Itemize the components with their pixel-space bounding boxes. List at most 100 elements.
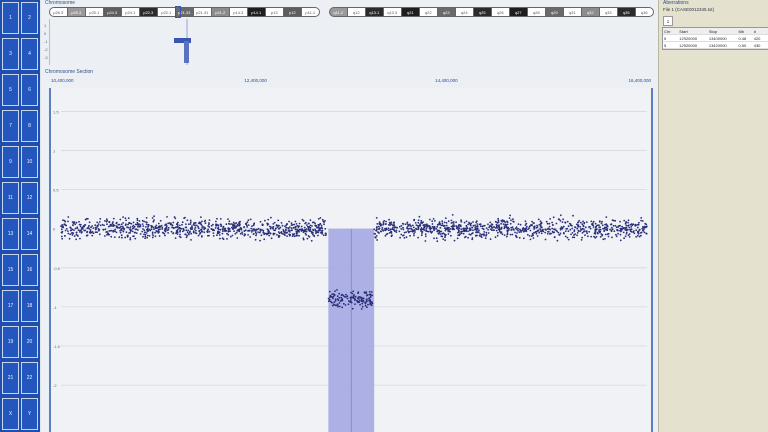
probe-point <box>144 237 146 240</box>
chromosome-index-18[interactable]: 18 <box>21 290 38 322</box>
probe-point <box>442 232 445 235</box>
ideogram-band[interactable]: p22.3 <box>139 7 158 17</box>
probe-point <box>360 308 363 310</box>
ideogram-band[interactable]: q22 <box>419 7 438 17</box>
probe-point <box>429 218 431 221</box>
ideogram-selection-marker[interactable] <box>175 6 181 18</box>
ideogram-band[interactable]: p26.3 <box>49 7 68 17</box>
chromosome-index-6[interactable]: 6 <box>21 74 38 106</box>
chromosome-index-22[interactable]: 22 <box>21 362 38 394</box>
ideogram-band[interactable]: q27 <box>509 7 528 17</box>
chromosome-index-11[interactable]: 11 <box>2 182 19 214</box>
side-panel-tab[interactable]: 1 <box>663 16 673 26</box>
chromosome-index-5[interactable]: 5 <box>2 74 19 106</box>
ideogram-band[interactable]: q13.3 <box>383 7 402 17</box>
ideogram-band[interactable]: p14.1 <box>247 7 266 17</box>
ideogram-band[interactable]: p13 <box>265 7 284 17</box>
ideogram-band[interactable]: p21.2 <box>211 7 230 17</box>
probe-point <box>337 304 339 306</box>
ideogram-band[interactable]: q35 <box>617 7 636 17</box>
chromosome-index-X[interactable]: X <box>2 398 19 430</box>
probe-point <box>219 228 222 231</box>
table-row[interactable]: 5 12920000 13400000 0.48 420 <box>663 35 768 42</box>
chromosome-index-21[interactable]: 21 <box>2 362 19 394</box>
probe-point <box>288 220 290 223</box>
ideogram-band[interactable]: q36 <box>635 7 654 17</box>
ideogram-band[interactable]: q12 <box>347 7 366 17</box>
probe-point <box>374 236 377 239</box>
log-ratio-scatter-plot[interactable]: 1.5 1 0.5 0 -0.5 -1 -1.5 -2 <box>51 88 651 432</box>
ideogram-band[interactable]: p21.31 <box>193 7 212 17</box>
chromosome-index-13[interactable]: 13 <box>2 218 19 250</box>
probe-point <box>552 216 555 219</box>
chromosome-index-19[interactable]: 19 <box>2 326 19 358</box>
probe-point <box>447 233 450 235</box>
chromosome-index-10[interactable]: 10 <box>21 146 38 178</box>
ideogram-band[interactable]: p25.3 <box>67 7 86 17</box>
probe-point <box>571 227 574 230</box>
chromosome-index-12[interactable]: 12 <box>21 182 38 214</box>
chromosome-index-7[interactable]: 7 <box>2 110 19 142</box>
probe-point <box>263 238 266 241</box>
ideogram-band[interactable]: p22.1 <box>157 7 176 17</box>
probe-point <box>161 231 164 234</box>
ideogram-band[interactable]: q25 <box>473 7 492 17</box>
probe-point <box>560 226 563 228</box>
probe-point <box>452 225 455 228</box>
probe-point <box>157 232 160 234</box>
ideogram-band[interactable]: q26 <box>491 7 510 17</box>
plot-frame[interactable]: 1.5 1 0.5 0 -0.5 -1 -1.5 -2 <box>49 88 653 432</box>
probe-point <box>497 231 499 234</box>
probe-point <box>294 226 297 229</box>
probe-point <box>537 229 539 232</box>
chromosome-index-15[interactable]: 15 <box>2 254 19 286</box>
probe-point <box>444 229 447 232</box>
probe-point <box>127 217 130 220</box>
probe-point <box>506 221 509 224</box>
ideogram-band[interactable]: p12 <box>283 7 302 17</box>
chromosome-index-1[interactable]: 1 <box>2 2 19 34</box>
ideogram-band[interactable]: p24.3 <box>103 7 122 17</box>
probe-point <box>321 229 324 232</box>
ideogram-band[interactable]: q24 <box>455 7 474 17</box>
chromosome-index-14[interactable]: 14 <box>21 218 38 250</box>
ideogram-band[interactable]: q11.2 <box>329 7 348 17</box>
chromosome-index-9[interactable]: 9 <box>2 146 19 178</box>
chromosome-ideogram[interactable]: p26.3 p25.3 p25.1 p24.3 p24.1 p22.3 p22.1 p21.3… <box>49 6 654 18</box>
ideogram-band[interactable]: q31 <box>563 7 582 17</box>
table-row[interactable]: 5 12920000 13420000 0.50 430 <box>663 42 768 49</box>
chromosome-index-3[interactable]: 3 <box>2 38 19 70</box>
ideogram-band[interactable]: q32 <box>581 7 600 17</box>
probe-point <box>539 220 542 223</box>
chromosome-index-2[interactable]: 2 <box>21 2 38 34</box>
ideogram-band[interactable]: q13.1 <box>365 7 384 17</box>
probe-point <box>154 235 157 238</box>
probe-point <box>387 227 390 230</box>
chromosome-index-16[interactable]: 16 <box>21 254 38 286</box>
chromosome-index-17[interactable]: 17 <box>2 290 19 322</box>
chromosome-index-20[interactable]: 20 <box>21 326 38 358</box>
probe-point <box>557 231 560 234</box>
chromosome-index-Y[interactable]: Y <box>21 398 38 430</box>
ideogram-overview-plot: 1 0 -1 -2 -3 <box>44 19 654 65</box>
probe-point <box>233 230 236 233</box>
probe-point <box>359 299 361 302</box>
probe-point <box>267 218 270 221</box>
ideogram-band[interactable]: p25.1 <box>85 7 104 17</box>
chromosome-index-8[interactable]: 8 <box>21 110 38 142</box>
probe-point <box>425 230 428 233</box>
ideogram-band[interactable]: q29 <box>545 7 564 17</box>
ideogram-band[interactable]: q33 <box>599 7 618 17</box>
ideogram-band[interactable]: p11.1 <box>301 7 320 17</box>
probe-point <box>289 231 291 233</box>
ideogram-band[interactable]: p24.1 <box>121 7 140 17</box>
probe-point <box>129 231 131 234</box>
ideogram-band[interactable]: q21 <box>401 7 420 17</box>
probe-point <box>596 224 599 227</box>
ideogram-band[interactable]: p14.3 <box>229 7 248 17</box>
ideogram-band[interactable]: q23 <box>437 7 456 17</box>
ideogram-band[interactable]: q28 <box>527 7 546 17</box>
chromosome-index-4[interactable]: 4 <box>21 38 38 70</box>
probe-point <box>145 232 148 234</box>
probe-point <box>489 224 492 227</box>
